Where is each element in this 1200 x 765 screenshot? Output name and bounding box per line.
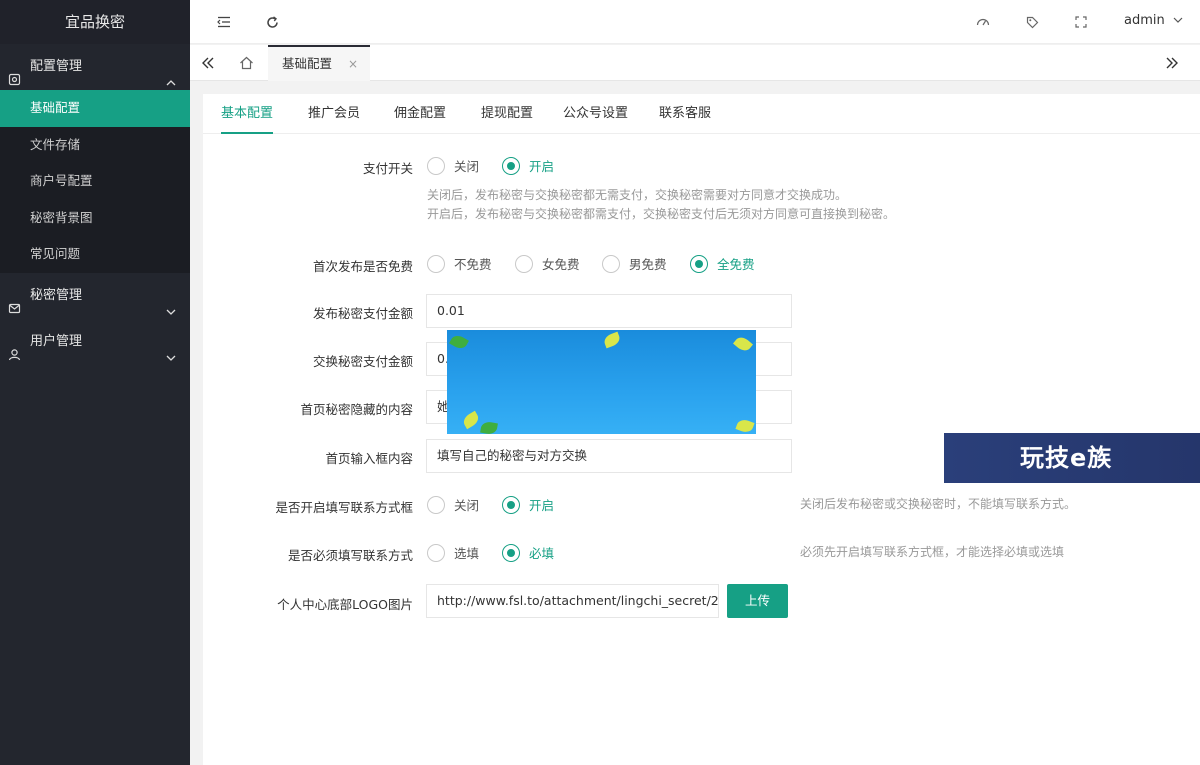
pay-switch-on-radio[interactable]: 开启	[502, 156, 554, 175]
radio-label: 关闭	[454, 498, 480, 513]
sidebar-item-merchant-config[interactable]: 商户号配置	[0, 163, 190, 200]
first-free-label: 首次发布是否免费	[312, 259, 413, 274]
mail-icon	[8, 289, 21, 313]
pay-switch-off-radio[interactable]: 关闭	[427, 156, 479, 175]
sidebar-group-users[interactable]: 用户管理	[0, 319, 190, 365]
config-tabs: 基本配置 推广会员 佣金配置 提现配置 公众号设置 联系客服	[203, 94, 1200, 134]
logo-url-input[interactable]: http://www.fsl.to/attachment/lingchi_sec…	[426, 584, 719, 618]
first-free-female-radio[interactable]: 女免费	[515, 254, 580, 273]
radio-label: 男免费	[629, 257, 667, 272]
leaf-shape	[733, 334, 753, 354]
upload-button[interactable]: 上传	[727, 584, 788, 618]
contact-required-hint: 必须先开启填写联系方式框，才能选择必填或选填	[800, 545, 1065, 559]
first-free-none-radio[interactable]: 不免费	[427, 254, 492, 273]
radio-label: 开启	[529, 498, 555, 513]
app-logo: 宜品换密	[0, 0, 190, 44]
sidebar-submenu: 基础配置 文件存储 商户号配置 秘密背景图 常见问题	[0, 90, 190, 273]
first-free-all-radio[interactable]: 全免费	[690, 254, 755, 273]
contact-field-on-radio[interactable]: 开启	[502, 495, 554, 514]
leaf-shape	[480, 420, 498, 434]
radio-circle	[690, 254, 708, 273]
radio-circle	[502, 543, 520, 562]
sidebar-item-file-storage[interactable]: 文件存储	[0, 127, 190, 164]
tab-basic-config[interactable]: 基本配置	[221, 94, 274, 134]
radio-label: 不免费	[454, 257, 492, 272]
radio-circle	[502, 495, 520, 514]
leaf-shape	[461, 410, 481, 430]
fullscreen-icon[interactable]	[1071, 12, 1091, 32]
pay-switch-hint-off: 关闭后，发布秘密与交换秘密都无需支付，交换秘密需要对方同意才交换成功。	[427, 188, 848, 202]
publish-amount-label: 发布秘密支付金额	[312, 306, 413, 321]
sidebar: 宜品换密 配置管理 基础配置 文件存储 商户号配置 秘密背景图 常见问题 秘密管…	[0, 0, 190, 765]
radio-label: 选填	[454, 546, 480, 561]
scroll-left-icon[interactable]	[190, 45, 226, 81]
sidebar-group-secrets[interactable]: 秘密管理	[0, 273, 190, 319]
theme-icon[interactable]	[973, 12, 993, 32]
close-icon[interactable]: ×	[348, 47, 358, 81]
sidebar-group-label: 用户管理	[30, 333, 83, 349]
user-icon	[8, 335, 21, 360]
username: admin	[1124, 13, 1165, 28]
radio-label: 关闭	[454, 159, 480, 174]
radio-circle	[502, 156, 520, 175]
sidebar-item-secret-background[interactable]: 秘密背景图	[0, 200, 190, 237]
tab-withdraw-config[interactable]: 提现配置	[481, 94, 533, 134]
top-header: admin	[190, 0, 1200, 44]
scroll-right-icon[interactable]	[1154, 45, 1190, 81]
radio-label: 全免费	[717, 257, 755, 272]
settings-doc-icon	[8, 60, 21, 86]
radio-circle	[427, 495, 445, 514]
pay-switch-label: 支付开关	[362, 161, 413, 176]
radio-circle	[602, 254, 620, 273]
overlay-leaf-image	[447, 330, 756, 434]
logo-label: 个人中心底部LOGO图片	[277, 597, 413, 612]
watermark-logo: 玩技e族	[944, 433, 1200, 483]
exchange-amount-label: 交换秘密支付金额	[312, 354, 413, 369]
home-icon[interactable]	[228, 45, 264, 81]
radio-circle	[515, 254, 533, 273]
radio-circle	[427, 543, 445, 562]
contact-field-hint: 关闭后发布秘密或交换秘密时，不能填写联系方式。	[800, 497, 1077, 511]
chevron-up-icon	[166, 62, 176, 86]
chevron-down-icon	[1173, 17, 1183, 23]
tab-official-account[interactable]: 公众号设置	[563, 94, 628, 134]
home-input-label: 首页输入框内容	[325, 451, 413, 466]
menu-fold-icon[interactable]	[214, 12, 234, 32]
open-tab-label: 基础配置	[282, 56, 333, 71]
contact-field-off-radio[interactable]: 关闭	[427, 495, 479, 514]
tab-customer-service[interactable]: 联系客服	[659, 94, 711, 134]
page-tab-strip: 基础配置 ×	[190, 45, 1200, 81]
open-tab-basic-config[interactable]: 基础配置 ×	[268, 45, 370, 81]
contact-field-label: 是否开启填写联系方式框	[275, 500, 413, 515]
contact-required-label: 是否必须填写联系方式	[287, 548, 413, 563]
radio-label: 必填	[529, 546, 555, 561]
publish-amount-input[interactable]: 0.01	[426, 294, 792, 328]
user-menu[interactable]: admin	[1124, 13, 1183, 28]
contact-required-radio[interactable]: 必填	[502, 543, 554, 562]
radio-label: 女免费	[542, 257, 580, 272]
sidebar-item-basic-config[interactable]: 基础配置	[0, 90, 190, 127]
tag-icon[interactable]	[1022, 12, 1042, 32]
home-input-field[interactable]: 填写自己的秘密与对方交换	[426, 439, 792, 473]
chevron-down-icon	[166, 291, 176, 315]
leaf-shape	[449, 332, 469, 352]
leaf-shape	[602, 331, 622, 349]
contact-optional-radio[interactable]: 选填	[427, 543, 479, 562]
tab-promotion-member[interactable]: 推广会员	[308, 94, 360, 134]
sidebar-group-config[interactable]: 配置管理	[0, 44, 190, 90]
radio-label: 开启	[529, 159, 555, 174]
sidebar-group-label: 配置管理	[30, 59, 83, 74]
chevron-down-icon	[166, 337, 176, 361]
radio-circle	[427, 254, 445, 273]
tab-commission-config[interactable]: 佣金配置	[394, 94, 446, 134]
sidebar-group-label: 秘密管理	[30, 287, 83, 303]
leaf-shape	[735, 417, 755, 434]
first-free-male-radio[interactable]: 男免费	[602, 254, 667, 273]
home-hidden-label: 首页秘密隐藏的内容	[300, 402, 413, 417]
sidebar-item-faq[interactable]: 常见问题	[0, 236, 190, 273]
radio-circle	[427, 156, 445, 175]
refresh-icon[interactable]	[262, 12, 282, 32]
pay-switch-hint-on: 开启后，发布秘密与交换秘密都需支付，交换秘密支付后无须对方同意可直接换到秘密。	[427, 207, 896, 221]
